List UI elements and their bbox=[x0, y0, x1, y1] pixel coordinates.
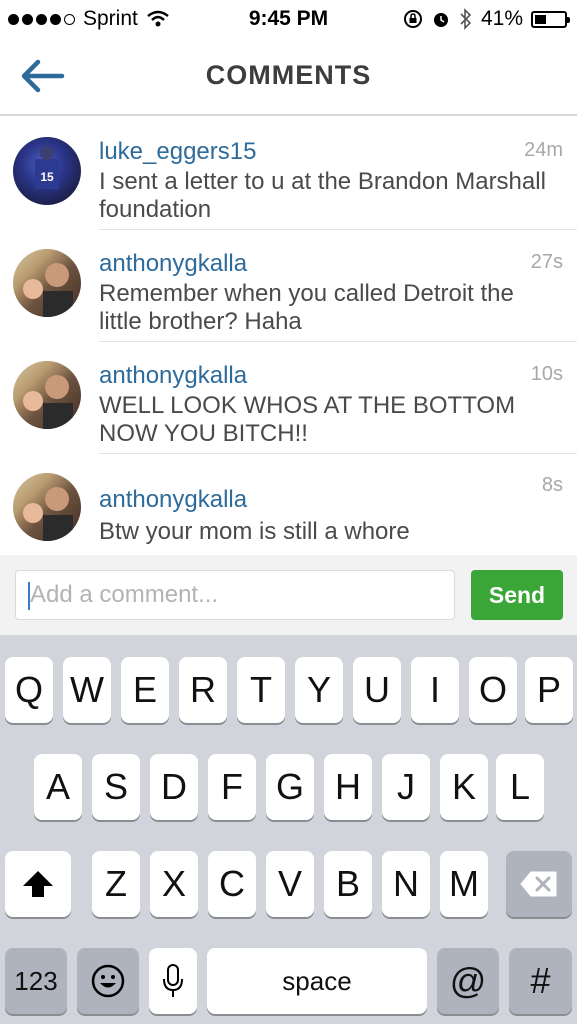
numbers-key[interactable]: 123 bbox=[5, 948, 67, 1014]
avatar[interactable]: 15 bbox=[13, 137, 81, 205]
profile-photo-icon bbox=[23, 375, 73, 429]
profile-photo-icon bbox=[23, 487, 73, 541]
at-key[interactable]: @ bbox=[437, 948, 499, 1014]
key-k[interactable]: K bbox=[440, 754, 488, 820]
comment-timestamp: 24m bbox=[524, 139, 563, 161]
emoji-key[interactable] bbox=[77, 948, 139, 1014]
key-q[interactable]: Q bbox=[5, 657, 53, 723]
comment-text: Remember when you called Detroit the lit… bbox=[99, 280, 514, 335]
player-photo-icon: 15 bbox=[35, 146, 59, 189]
key-m[interactable]: M bbox=[440, 851, 488, 917]
status-indicators: 41% bbox=[403, 7, 570, 31]
send-button[interactable]: Send bbox=[471, 570, 563, 620]
comment-input-placeholder: Add a comment... bbox=[30, 581, 219, 608]
microphone-icon bbox=[163, 964, 183, 997]
comment-text: Btw your mom is still a whore bbox=[99, 518, 410, 545]
comment-timestamp: 8s bbox=[541, 474, 563, 496]
bluetooth-icon bbox=[460, 8, 472, 30]
comment-item: anthonygkalla 8s Btw your mom is still a… bbox=[0, 454, 577, 549]
comment-input[interactable]: Add a comment... bbox=[15, 570, 455, 620]
shift-key[interactable] bbox=[5, 851, 71, 917]
comment-timestamp: 27s bbox=[530, 251, 563, 273]
battery-icon bbox=[531, 10, 570, 28]
navigation-bar: COMMENTS bbox=[0, 38, 577, 116]
key-x[interactable]: X bbox=[150, 851, 198, 917]
key-w[interactable]: W bbox=[63, 657, 111, 723]
comment-username[interactable]: anthonygkalla bbox=[99, 362, 247, 390]
comment-item: 15 luke_eggers15 24m I sent a letter to … bbox=[0, 118, 577, 230]
shift-arrow-icon bbox=[23, 871, 53, 897]
avatar[interactable] bbox=[13, 473, 81, 541]
comment-text: WELL LOOK WHOS AT THE BOTTOM NOW YOU BIT… bbox=[99, 392, 516, 447]
svg-text:15: 15 bbox=[40, 170, 54, 184]
comment-timestamp: 10s bbox=[530, 363, 563, 385]
key-c[interactable]: C bbox=[208, 851, 256, 917]
avatar[interactable] bbox=[13, 249, 81, 317]
key-r[interactable]: R bbox=[179, 657, 227, 723]
key-a[interactable]: A bbox=[34, 754, 82, 820]
key-n[interactable]: N bbox=[382, 851, 430, 917]
emoji-icon bbox=[91, 964, 125, 998]
key-b[interactable]: B bbox=[324, 851, 372, 917]
comment-list: 15 luke_eggers15 24m I sent a letter to … bbox=[0, 118, 577, 549]
delete-key[interactable] bbox=[506, 851, 572, 917]
hash-key[interactable]: # bbox=[509, 948, 572, 1014]
comment-username[interactable]: luke_eggers15 bbox=[99, 138, 256, 166]
battery-percent: 41% bbox=[480, 7, 523, 30]
key-i[interactable]: I bbox=[411, 657, 459, 723]
text-cursor bbox=[28, 582, 30, 610]
profile-photo-icon bbox=[23, 263, 73, 317]
key-h[interactable]: H bbox=[324, 754, 372, 820]
key-j[interactable]: J bbox=[382, 754, 430, 820]
key-e[interactable]: E bbox=[121, 657, 169, 723]
key-s[interactable]: S bbox=[92, 754, 140, 820]
key-t[interactable]: T bbox=[237, 657, 285, 723]
page-title: COMMENTS bbox=[205, 60, 372, 90]
status-bar: Sprint 9:45 PM 41% bbox=[0, 0, 577, 38]
alarm-icon bbox=[433, 13, 448, 27]
key-p[interactable]: P bbox=[525, 657, 573, 723]
key-d[interactable]: D bbox=[150, 754, 198, 820]
comment-username[interactable]: anthonygkalla bbox=[99, 250, 247, 278]
key-y[interactable]: Y bbox=[295, 657, 343, 723]
key-l[interactable]: L bbox=[496, 754, 544, 820]
key-o[interactable]: O bbox=[469, 657, 517, 723]
keyboard: Q W E R T Y U I O P A S D F G H J K L Z … bbox=[0, 635, 577, 1024]
avatar[interactable] bbox=[13, 361, 81, 429]
space-key[interactable]: space bbox=[207, 948, 427, 1014]
key-z[interactable]: Z bbox=[92, 851, 140, 917]
comment-username[interactable]: anthonygkalla bbox=[99, 486, 247, 514]
rotation-lock-icon bbox=[403, 10, 422, 28]
dictation-key[interactable] bbox=[149, 948, 197, 1014]
backspace-icon bbox=[520, 871, 557, 897]
comment-item: anthonygkalla 27s Remember when you call… bbox=[0, 230, 577, 342]
comment-input-bar: Add a comment... Send bbox=[0, 555, 577, 635]
key-f[interactable]: F bbox=[208, 754, 256, 820]
comment-item: anthonygkalla 10s WELL LOOK WHOS AT THE … bbox=[0, 342, 577, 454]
key-u[interactable]: U bbox=[353, 657, 401, 723]
comment-text: I sent a letter to u at the Brandon Mars… bbox=[99, 168, 546, 223]
key-v[interactable]: V bbox=[266, 851, 314, 917]
key-g[interactable]: G bbox=[266, 754, 314, 820]
